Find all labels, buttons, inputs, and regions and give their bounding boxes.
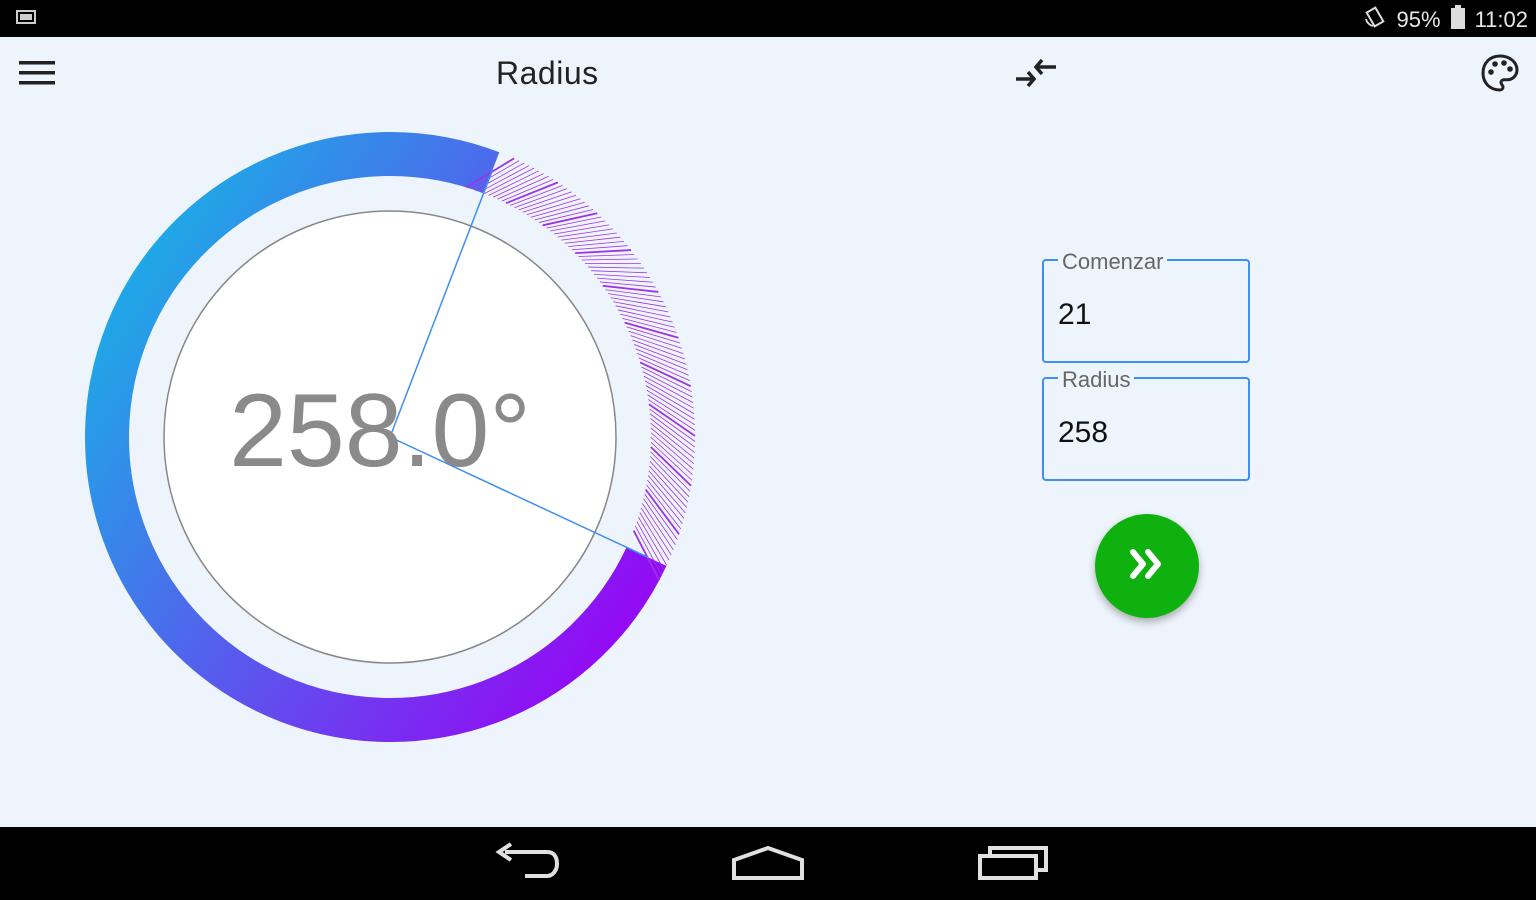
screenshot-icon [16,10,36,31]
page-title: Radius [496,55,599,91]
hatch-line [648,403,696,437]
battery-icon [1450,5,1465,35]
app-bar: Radius [0,37,1536,113]
radius-input[interactable] [1058,413,1228,453]
back-button[interactable] [486,839,566,889]
hatch-line [530,201,585,218]
swap-arrows-icon [1014,57,1058,94]
double-chevron-right-icon [1127,546,1167,587]
hatch-line [644,493,678,540]
start-field[interactable]: Comenzar [1042,251,1250,363]
home-button[interactable] [728,839,808,889]
hatch-line [561,232,617,241]
hatch-line [648,470,686,514]
hatch-line [624,321,679,339]
hatch-line [581,258,638,261]
radius-field-label: Radius [1058,369,1135,391]
hatch-line [644,488,680,535]
swap-button[interactable] [1010,55,1062,95]
hatch-line [588,266,644,269]
start-input[interactable] [1058,295,1228,335]
start-field-label: Comenzar [1058,251,1168,273]
menu-button[interactable] [12,53,62,97]
radius-field[interactable]: Radius [1042,369,1250,481]
palette-button[interactable] [1476,53,1524,97]
back-icon [491,841,561,887]
hatch-line [571,245,628,251]
clock: 11:02 [1474,7,1528,32]
angle-dial[interactable]: 258.0° [70,117,710,757]
go-button[interactable] [1095,514,1199,618]
hatch-line [642,503,674,551]
hatch-line [610,297,666,308]
app-content: Radius 258.0° Comenzar 21 Radius 258 [0,37,1536,827]
navigation-bar [0,827,1536,900]
hatch-line [501,178,554,202]
hatch-line [505,181,559,205]
hatch-line [553,224,610,235]
hatch-line [647,479,683,524]
menu-icon [17,58,57,93]
hatch-line [557,228,614,238]
recents-button[interactable] [972,839,1056,889]
hatch-line [591,270,648,274]
hatch-line [578,254,635,257]
recents-icon [976,842,1052,887]
palette-icon [1480,53,1520,98]
hatch-line [534,205,590,221]
hatch-line [647,475,685,519]
hatch-line [646,484,682,530]
status-bar: 95% 11:02 [0,0,1536,37]
hatch-line [608,293,664,303]
hatch-line [575,249,632,254]
battery-percent: 95% [1396,7,1441,32]
rotation-lock-icon [1363,5,1387,35]
home-icon [730,842,806,887]
hatch-line [526,198,581,216]
hatch-line [594,274,650,278]
hatch-line [597,277,653,283]
hatch-line [632,339,685,360]
hatch-line [630,335,684,354]
hatch-line [649,408,696,442]
